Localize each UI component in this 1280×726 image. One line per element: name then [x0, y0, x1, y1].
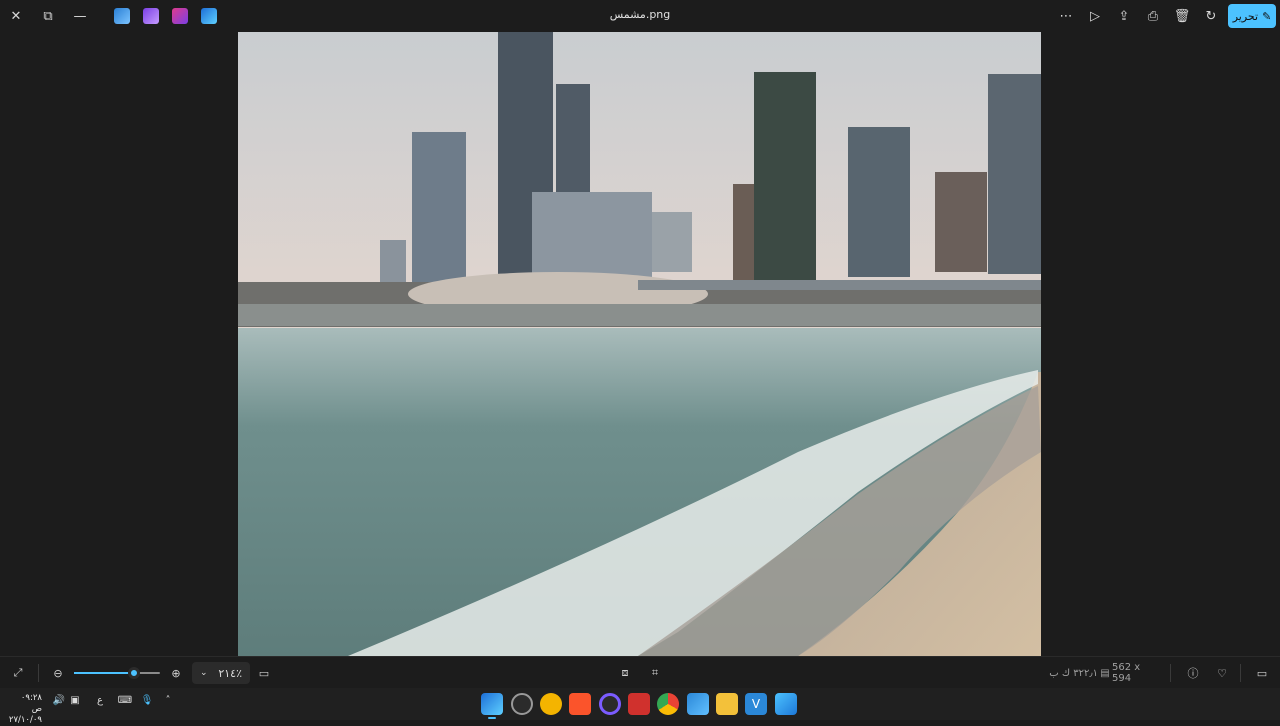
delete-icon[interactable]: 🗑 — [1169, 4, 1195, 28]
cortana-icon[interactable] — [599, 693, 621, 715]
photo-view[interactable] — [238, 32, 1041, 656]
media-icon[interactable] — [628, 693, 650, 715]
clock-date: ٢٧/١٠/٠٩ — [8, 715, 42, 725]
network-icon[interactable]: ▣ — [68, 695, 82, 706]
minimize-icon[interactable]: — — [67, 4, 93, 28]
video-editor-icon[interactable] — [143, 8, 159, 24]
designer-icon[interactable] — [172, 8, 188, 24]
clock[interactable]: ٠٩:٢٨ ص ٢٧/١٠/٠٩ — [8, 693, 42, 726]
image-dimensions: 562 x 594 — [1112, 662, 1141, 684]
vscode-icon[interactable]: V — [745, 693, 767, 715]
restore-icon[interactable]: ⧉ — [35, 4, 61, 28]
title-bar: ✕ ⧉ — مشمس.png ⋯ ▷ ⇪ ⎙ 🗑 ↻ تحرير ✎ — [0, 0, 1280, 32]
zoom-dropdown[interactable]: ⌄ ٢١٤٪ — [192, 662, 250, 684]
zoom-out-icon[interactable]: ⊖ — [48, 663, 68, 683]
onedrive-icon[interactable] — [114, 8, 130, 24]
chevron-up-icon[interactable]: ˄ — [162, 695, 174, 706]
favorite-icon[interactable]: ♡ — [1212, 663, 1232, 683]
zoom-slider-fill — [74, 672, 135, 674]
weather-icon[interactable] — [540, 693, 562, 715]
edit-button[interactable]: تحرير ✎ — [1228, 4, 1276, 28]
clock-time: ٠٩:٢٨ ص — [20, 693, 42, 714]
volume-icon[interactable]: 🔊 — [52, 695, 66, 706]
keyboard-icon[interactable]: ⌨ — [117, 695, 133, 706]
filmstrip-icon[interactable]: ▭ — [1252, 663, 1272, 683]
store-icon[interactable] — [687, 693, 709, 715]
share-icon[interactable]: ⇪ — [1111, 4, 1137, 28]
divider — [1240, 664, 1241, 682]
fullscreen-icon[interactable]: ⤢ — [8, 663, 28, 683]
photos-icon[interactable] — [481, 693, 503, 719]
taskbar: ٠٩:٢٨ ص ٢٧/١٠/٠٩ 🔊 ▣ ع ⌨ 🎙 ˄ V — [0, 688, 1280, 725]
fit-to-window-icon[interactable]: ▭ — [254, 663, 274, 683]
divider — [1170, 664, 1171, 682]
zoom-slider[interactable] — [74, 667, 160, 679]
close-icon[interactable]: ✕ — [3, 4, 29, 28]
edit-icon: ✎ — [1262, 9, 1272, 23]
edit-label: تحرير — [1232, 9, 1259, 23]
zoom-value: ٢١٤٪ — [218, 666, 242, 680]
photo-image — [238, 32, 1041, 656]
zoom-in-icon[interactable]: ⊕ — [166, 663, 186, 683]
language-indicator[interactable]: ع — [94, 695, 106, 706]
chrome-icon[interactable] — [657, 693, 679, 715]
chevron-down-icon: ⌄ — [200, 668, 208, 678]
window-title: مشمس.png — [609, 8, 671, 21]
clock-icon[interactable] — [511, 693, 533, 715]
brave-icon[interactable] — [569, 693, 591, 715]
zoom-slider-thumb[interactable] — [128, 667, 141, 679]
file-size: ٣٢٢٫١ ك ب — [1049, 667, 1098, 679]
start-icon[interactable] — [775, 693, 797, 715]
info-icon[interactable]: ⓘ — [1183, 663, 1203, 683]
bottom-toolbar: ⤢ ⊖ ⊕ ⌄ ٢١٤٪ ▭ ⧈ ⌗ ٣٢٢٫١ ك ب ▤ 562 x 594… — [0, 656, 1280, 688]
scan-text-icon[interactable]: ⌗ — [645, 663, 665, 683]
photos-icon[interactable] — [201, 8, 217, 24]
size-icon: ▤ — [1100, 667, 1110, 679]
rotate-icon[interactable]: ↻ — [1198, 4, 1224, 28]
divider — [38, 664, 39, 682]
slideshow-icon[interactable]: ▷ — [1082, 4, 1108, 28]
microphone-icon[interactable]: 🎙 — [140, 695, 154, 706]
more-icon[interactable]: ⋯ — [1053, 4, 1079, 28]
file-explorer-icon[interactable] — [716, 693, 738, 715]
print-icon[interactable]: ⎙ — [1140, 4, 1166, 28]
visual-search-icon[interactable]: ⧈ — [615, 663, 635, 683]
